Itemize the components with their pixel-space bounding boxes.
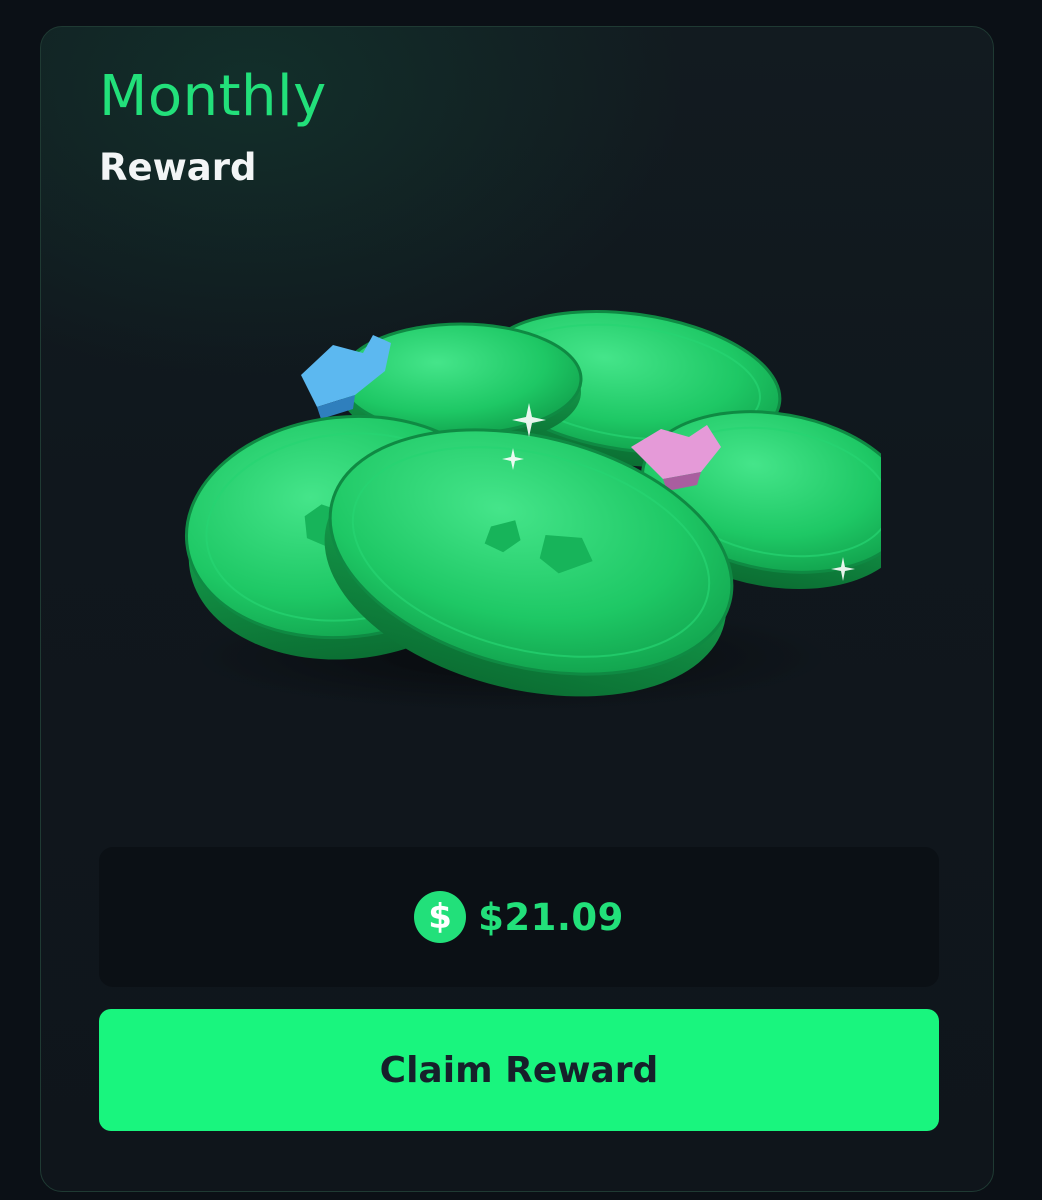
claim-reward-button[interactable]: Claim Reward: [99, 1009, 939, 1131]
reward-amount-panel: $ $21.09: [99, 847, 939, 987]
reward-amount: $21.09: [478, 895, 624, 939]
card-title: Monthly: [99, 64, 327, 129]
monthly-reward-card: Monthly Reward $ $21.09 Claim Reward: [40, 26, 994, 1192]
green-coins-icon: [181, 310, 881, 712]
dollar-icon: $: [414, 891, 467, 943]
card-subtitle: Reward: [99, 146, 257, 189]
